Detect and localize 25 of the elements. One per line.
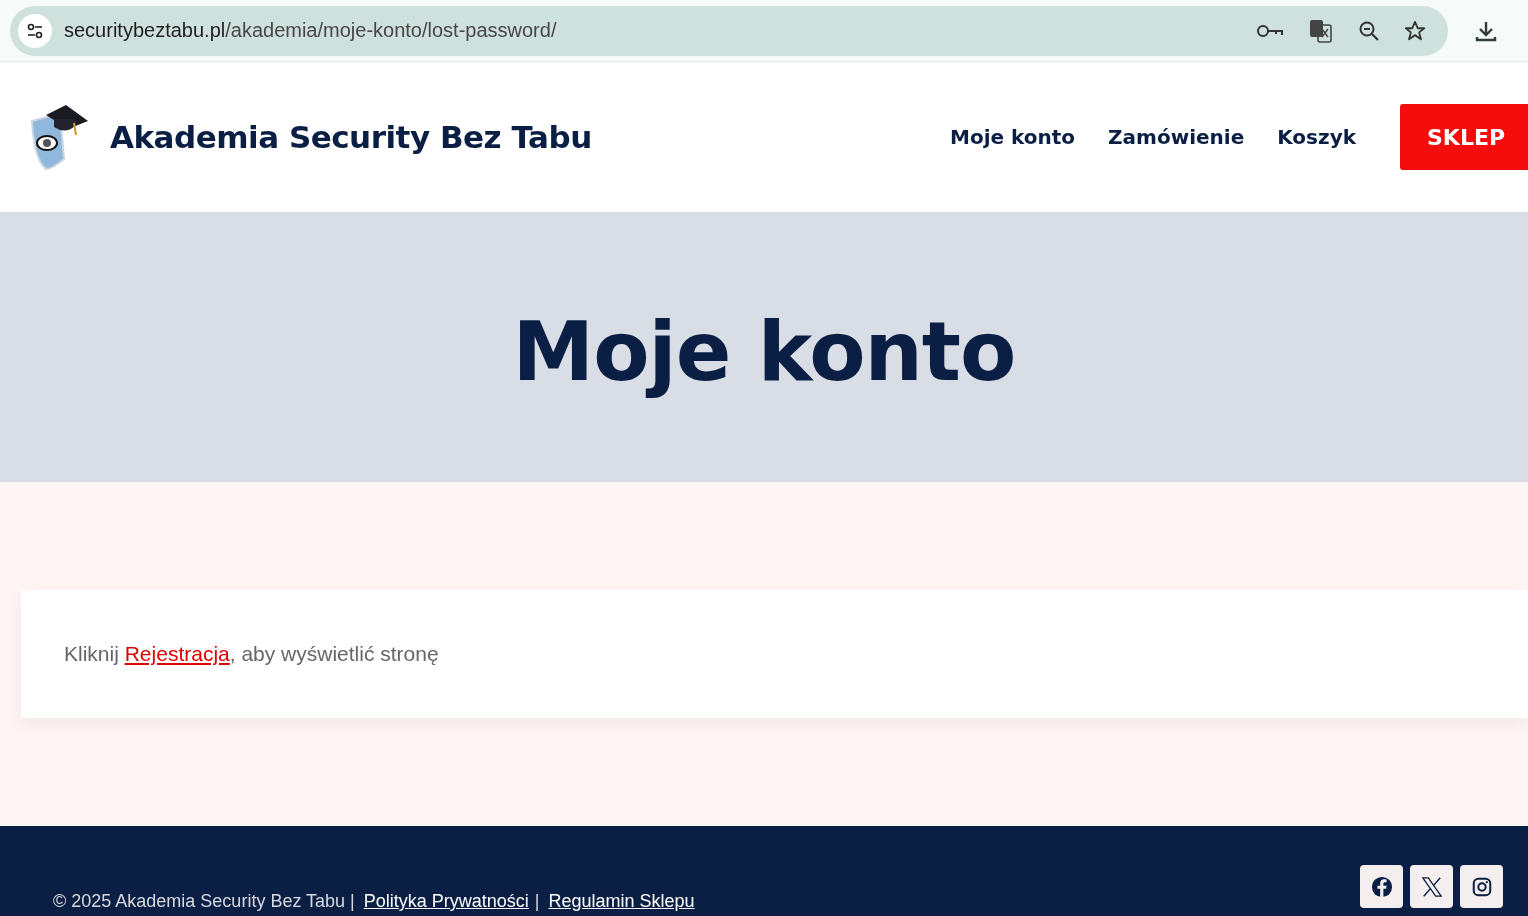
notice-text: Kliknij Rejestracja, aby wyświetlić stronę bbox=[64, 642, 439, 666]
footer-link[interactable]: Polityka Prywatności bbox=[363, 891, 529, 912]
zoom-out-icon[interactable] bbox=[1358, 19, 1380, 42]
site-settings-icon[interactable] bbox=[18, 13, 52, 48]
nav-link[interactable]: Zamówienie bbox=[1108, 125, 1245, 149]
star-icon[interactable] bbox=[1404, 19, 1426, 42]
key-icon[interactable] bbox=[1256, 22, 1284, 39]
nav-link[interactable]: Koszyk bbox=[1277, 125, 1356, 149]
page-title: Moje konto bbox=[512, 302, 1016, 399]
url-text: securitybeztabu.pl/akademia/moje-konto/lost-password/ bbox=[64, 19, 557, 42]
separator-text: | bbox=[534, 891, 540, 912]
instagram-icon bbox=[1470, 875, 1493, 898]
address-bar[interactable]: securitybeztabu.pl/akademia/moje-konto/lost-password/ bbox=[10, 5, 1448, 56]
nav-link[interactable]: Moje konto bbox=[950, 125, 1076, 149]
instagram-button[interactable] bbox=[1460, 865, 1503, 908]
x-icon bbox=[1420, 875, 1443, 898]
site-title[interactable]: Akademia Security Bez Tabu bbox=[110, 119, 592, 155]
shop-button[interactable]: SKLEP bbox=[1400, 104, 1528, 170]
footer-link[interactable]: Regulamin Sklepu bbox=[548, 891, 695, 912]
register-link[interactable]: Rejestracja bbox=[124, 642, 230, 665]
copyright-text: © 2025 Akademia Security Bez Tabu | bbox=[53, 891, 355, 912]
facebook-icon bbox=[1370, 875, 1393, 898]
translate-icon[interactable] bbox=[1308, 17, 1334, 44]
x-button[interactable] bbox=[1410, 865, 1453, 908]
facebook-button[interactable] bbox=[1360, 865, 1403, 908]
